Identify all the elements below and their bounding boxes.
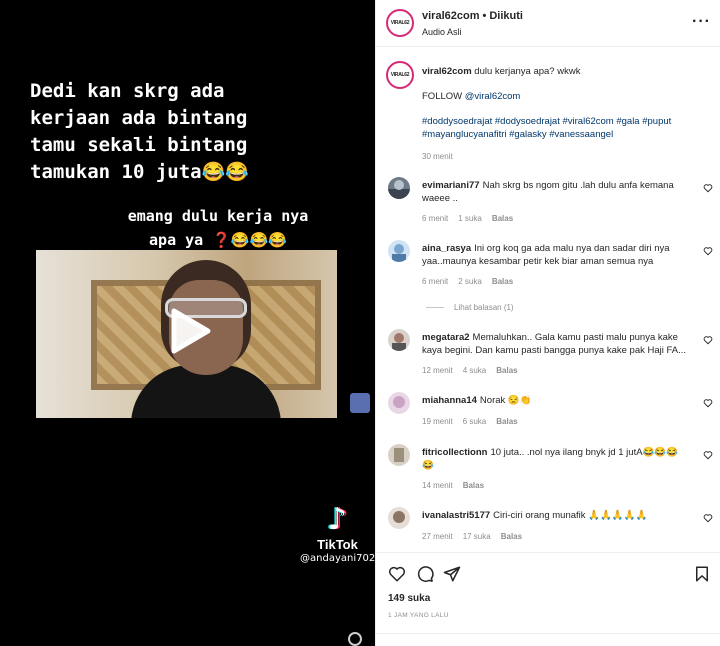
overlay-badge [350, 393, 370, 413]
play-icon[interactable] [168, 307, 212, 355]
comment-likes[interactable]: 4 suka [463, 366, 487, 375]
comment-username[interactable]: miahanna14 [422, 395, 477, 406]
avatar[interactable] [388, 392, 410, 414]
subcaption-line: apa ya ❓😂😂😂 [149, 231, 287, 249]
comment-time[interactable]: 19 menit [422, 417, 453, 426]
view-replies-label: Lihat balasan (1) [454, 303, 514, 312]
comment-meta: 6 menit 2 suka Balas [422, 277, 523, 286]
mention-link[interactable]: @viral62com [465, 91, 521, 102]
comment-meta: 6 menit 1 suka Balas [422, 214, 523, 223]
avatar[interactable] [388, 329, 410, 351]
heart-icon[interactable] [703, 335, 713, 345]
post-media[interactable]: Dedi kan skrg ada kerjaan ada bintang ta… [0, 0, 375, 646]
comment-likes[interactable]: 17 suka [463, 532, 491, 541]
comment-meta: 19 menit 6 suka Balas [422, 417, 528, 426]
avatar[interactable] [388, 240, 410, 262]
view-replies-button[interactable]: Lihat balasan (1) [426, 303, 514, 312]
tiktok-username: @andayani702 [300, 553, 375, 564]
comment-time[interactable]: 14 menit [422, 481, 453, 490]
comment-likes[interactable]: 6 suka [463, 417, 487, 426]
tiktok-brand: TikTok [317, 537, 358, 552]
comment-likes[interactable]: 1 suka [458, 214, 482, 223]
comment-username[interactable]: ivanalastri5177 [422, 510, 490, 521]
caption-line: kerjaan ada bintang [30, 107, 248, 129]
author-username[interactable]: viral62com [422, 10, 479, 22]
comment-icon[interactable] [416, 565, 434, 583]
avatar[interactable]: VIRAL62 [386, 61, 414, 89]
comment-username[interactable]: megatara2 [422, 332, 470, 343]
comment-username[interactable]: aina_rasya [422, 243, 471, 254]
heart-icon[interactable] [703, 450, 713, 460]
caption-time[interactable]: 30 menit [422, 152, 453, 161]
caption-line: tamu sekali bintang [30, 134, 248, 156]
reply-button[interactable]: Balas [492, 214, 513, 223]
tiktok-watermark: ♪ TikTok [300, 502, 375, 553]
heart-icon[interactable] [388, 565, 406, 583]
likes-count[interactable]: 149 suka [388, 593, 430, 604]
comments-list[interactable]: VIRAL62 viral62com dulu kerjanya apa? wk… [376, 47, 720, 552]
comment-likes[interactable]: 2 suka [458, 277, 482, 286]
heart-icon[interactable] [703, 183, 713, 193]
reply-button[interactable]: Balas [501, 532, 522, 541]
post-timestamp[interactable]: 1 JAM YANG LALU [388, 612, 449, 619]
video-subcaption: emang dulu kerja nya apa ya ❓😂😂😂 [98, 204, 338, 252]
heart-icon[interactable] [703, 246, 713, 256]
post-header: VIRAL62 viral62com • Diikuti Audio Asli ··… [376, 0, 720, 47]
comment-username[interactable]: fitricollectionn [422, 447, 487, 458]
post-actions: 149 suka 1 JAM YANG LALU [376, 552, 720, 646]
subcaption-line: emang dulu kerja nya [127, 207, 309, 225]
comment-meta: 27 menit 17 suka Balas [422, 532, 532, 541]
reply-button[interactable]: Balas [496, 366, 517, 375]
heart-icon[interactable] [703, 398, 713, 408]
comment-meta: 14 menit Balas [422, 481, 494, 490]
comment-text: Ciri-ciri orang munafik 🙏🙏🙏🙏🙏 [493, 510, 648, 521]
avatar-logo-text: VIRAL62 [390, 20, 410, 26]
caption-line: Dedi kan skrg ada [30, 80, 225, 102]
follow-prefix: FOLLOW [422, 91, 465, 102]
comment-username[interactable]: evimariani77 [422, 180, 480, 191]
add-comment-area[interactable] [376, 633, 720, 646]
post-author: viral62com • Diikuti [422, 10, 523, 22]
more-icon[interactable]: ··· [692, 13, 711, 31]
post-caption: viral62com dulu kerjanya apa? wkwk FOLLO… [422, 65, 692, 141]
tiktok-icon: ♪ [327, 502, 348, 537]
avatar[interactable] [388, 177, 410, 199]
comment-time[interactable]: 12 menit [422, 366, 453, 375]
hashtags[interactable]: #doddysoedrajat #dodysoedrajat #viral62c… [422, 115, 692, 141]
caption-text: dulu kerjanya apa? wkwk [474, 66, 581, 77]
video-caption: Dedi kan skrg ada kerjaan ada bintang ta… [30, 78, 350, 186]
heart-icon[interactable] [703, 513, 713, 523]
comment-time[interactable]: 27 menit [422, 532, 453, 541]
comment-meta: 12 menit 4 suka Balas [422, 366, 528, 375]
caption-username[interactable]: viral62com [422, 66, 472, 77]
bookmark-icon[interactable] [693, 565, 711, 583]
comment-text: Norak 😒👏 [479, 395, 532, 406]
comment-time[interactable]: 6 menit [422, 277, 448, 286]
audio-icon[interactable] [348, 632, 362, 646]
avatar[interactable] [388, 507, 410, 529]
follow-button[interactable]: Diikuti [489, 10, 523, 22]
post-sidebar: VIRAL62 viral62com • Diikuti Audio Asli ··… [375, 0, 720, 646]
avatar[interactable]: VIRAL62 [386, 9, 414, 37]
avatar[interactable] [388, 444, 410, 466]
reply-button[interactable]: Balas [463, 481, 484, 490]
avatar-logo-text: VIRAL62 [390, 72, 410, 78]
comment-time[interactable]: 6 menit [422, 214, 448, 223]
reply-button[interactable]: Balas [496, 417, 517, 426]
caption-line: tamukan 10 juta😂😂 [30, 161, 249, 183]
share-icon[interactable] [443, 565, 461, 583]
reply-button[interactable]: Balas [492, 277, 513, 286]
separator-dot: • [482, 10, 487, 22]
audio-label[interactable]: Audio Asli [422, 27, 462, 37]
